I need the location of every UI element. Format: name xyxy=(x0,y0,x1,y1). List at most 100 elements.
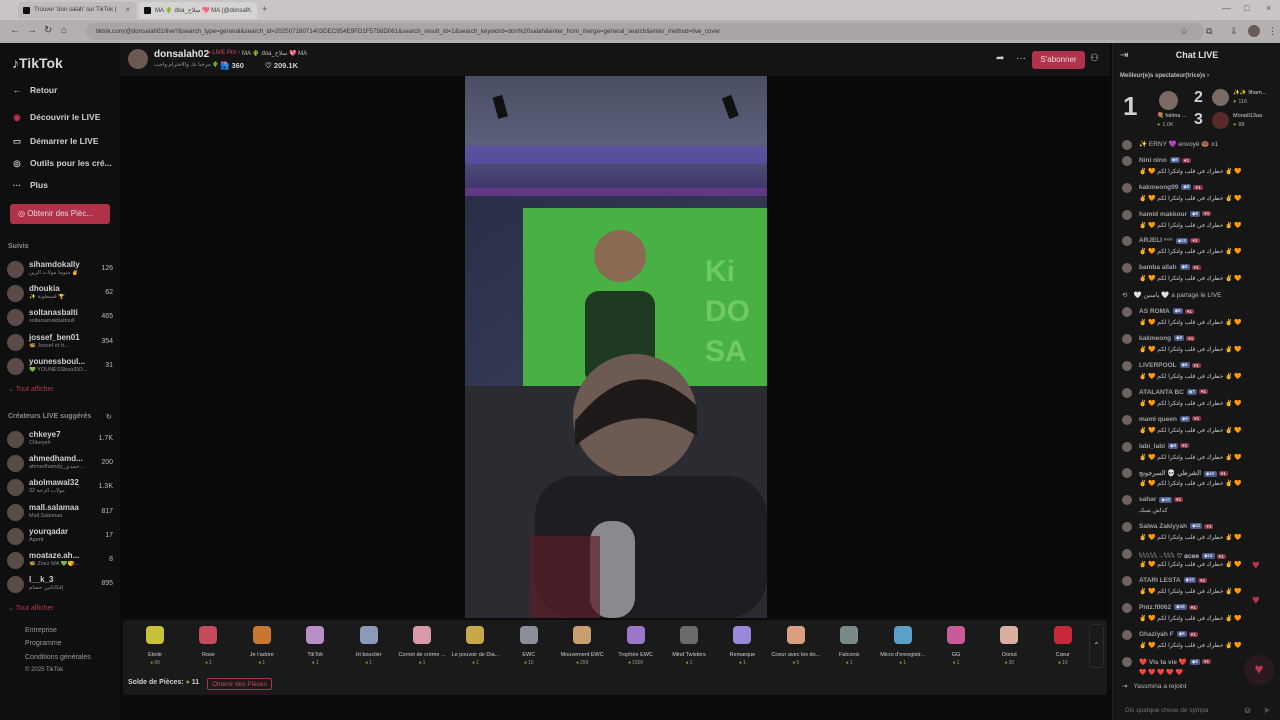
more-options-icon[interactable]: ··· xyxy=(1016,53,1026,64)
sidebar-user[interactable]: sihamdokally سوما مولات الزين ✌️ 126 xyxy=(7,259,115,281)
sidebar-user[interactable]: ahmedhamd... ahmedhamdy_حمدي... 200 xyxy=(7,453,115,475)
sidebar-user[interactable]: yourqadar Agent 17 xyxy=(7,526,115,548)
avatar[interactable] xyxy=(1122,629,1132,640)
avatar[interactable] xyxy=(1122,441,1132,452)
gift-item[interactable]: EWC 10 xyxy=(504,626,554,676)
sidebar-user[interactable]: chkeye7 Chkeyeh 1.7K xyxy=(7,429,115,451)
window-minimize-icon[interactable]: — xyxy=(1222,3,1231,13)
gift-item[interactable]: Mind Twisters 1 xyxy=(664,626,714,676)
avatar[interactable] xyxy=(1122,307,1132,317)
extensions-icon[interactable]: ⧉ xyxy=(1206,26,1212,37)
forward-arrow-icon[interactable]: → xyxy=(27,25,37,36)
chat-username[interactable]: Pntz.f0062 ◆16 ♥1 xyxy=(1139,604,1198,611)
get-coins-link[interactable]: Obtenir des Pièces xyxy=(207,678,272,690)
gift-item[interactable]: Trophée EWC 1500 xyxy=(611,626,661,676)
gift-item[interactable]: Étoile 99 xyxy=(130,626,180,676)
chat-username[interactable]: ARJELI ⁶⁶⁶ ◆10 ♥1 xyxy=(1139,237,1200,244)
emoji-icon[interactable]: ☺ xyxy=(1243,705,1252,715)
browser-menu-icon[interactable]: ⋮ xyxy=(1268,26,1277,37)
chat-username[interactable]: ❤️ Vis ta vie ❤️ ◆6 ♥1 xyxy=(1139,658,1212,666)
live-video-player[interactable]: Ki DO SA xyxy=(465,76,767,618)
avatar[interactable] xyxy=(1122,602,1132,613)
avatar[interactable] xyxy=(1122,333,1132,344)
close-tab-icon[interactable]: × xyxy=(246,5,251,14)
rank-3-avatar[interactable] xyxy=(1212,112,1229,129)
streamer-avatar[interactable] xyxy=(128,49,148,69)
top-supporters-link[interactable]: Meilleur(e)s spectateur(trice)s › xyxy=(1120,73,1209,79)
gift-item[interactable]: Cœur 10 xyxy=(1038,626,1088,676)
avatar[interactable] xyxy=(1122,209,1132,220)
refresh-icon[interactable]: ↻ xyxy=(106,413,112,421)
sidebar-user[interactable]: jossef_ben01 🐝 Jossef et tt... 354 xyxy=(7,332,115,354)
avatar[interactable] xyxy=(1122,576,1132,586)
tiktok-logo[interactable]: ♪TikTok xyxy=(12,55,63,71)
gift-item[interactable]: Coeur avec les do... 5 xyxy=(771,626,821,676)
download-icon[interactable]: ⇩ xyxy=(1230,26,1238,37)
back-link[interactable]: ← Retour xyxy=(10,85,58,95)
footer-business[interactable]: Entreprise xyxy=(25,627,57,634)
avatar[interactable] xyxy=(1122,182,1132,193)
live-pro-badge[interactable]: ● LIVE Pro › xyxy=(207,50,240,56)
avatar[interactable] xyxy=(1122,495,1132,506)
sidebar-user[interactable]: l__k_3 إفكاناتين حصام 895 xyxy=(7,574,115,596)
chat-username[interactable]: 𓆩𓆩𓆩𓆩𓆩→𓆩𓆩𓆩 ♡ 𝐚𝐜𝐞𝐞 ◆14 ♥1 xyxy=(1139,550,1226,561)
nav-discover-live[interactable]: ◉ Découvrir le LIVE xyxy=(10,112,100,123)
avatar[interactable] xyxy=(1122,263,1132,274)
gift-item[interactable]: Rose 1 xyxy=(183,626,233,676)
window-maximize-icon[interactable]: □ xyxy=(1244,3,1249,13)
reload-icon[interactable]: ↻ xyxy=(44,25,52,36)
browser-tab-live[interactable]: MA 🌵 doa_سلاح 💖 MA (@donsal... × xyxy=(139,2,257,19)
avatar[interactable] xyxy=(1122,414,1132,425)
chat-username[interactable]: labi_labi ◆8 ♥1 xyxy=(1139,443,1190,450)
rank-1-avatar[interactable] xyxy=(1159,91,1178,110)
get-coins-button[interactable]: ◎ Obtenir des Pièc... xyxy=(10,204,110,224)
gift-item[interactable]: TikTok 1 xyxy=(290,626,340,676)
chat-username[interactable]: ATALANTA BC ◆7 ♥1 xyxy=(1139,389,1209,396)
avatar[interactable] xyxy=(1122,156,1132,166)
avatar[interactable] xyxy=(1122,360,1132,371)
sidebar-user[interactable]: moataze.ah... 🐝 Zöez MA 💚😘... 8 xyxy=(7,550,115,572)
send-icon[interactable]: ➤ xyxy=(1263,705,1271,716)
sidebar-user[interactable]: soltanasbalti soltanamakbaltoull 465 xyxy=(7,307,115,329)
chat-username[interactable]: mami queen ◆9 ♥1 xyxy=(1139,416,1202,423)
bookmark-star-icon[interactable]: ☆ xyxy=(1180,26,1188,37)
chat-username[interactable]: hamid makkour ◆8 ♥1 xyxy=(1139,211,1212,218)
avatar[interactable] xyxy=(1122,656,1132,667)
chat-username[interactable]: bamba allah ◆8 ♥1 xyxy=(1139,264,1201,271)
browser-tab-search[interactable]: Trouver 'don salah' sur TikTok | × xyxy=(18,2,136,19)
streamer-name[interactable]: donsalah02 xyxy=(154,49,209,60)
sidebar-user[interactable]: abolmawal32 32 مولاب الزحة 1.3K xyxy=(7,477,115,499)
gift-scroll-up-button[interactable]: ⌃ xyxy=(1089,624,1104,668)
footer-program[interactable]: Programme xyxy=(25,640,62,647)
share-icon[interactable]: ➦ xyxy=(996,53,1004,64)
avatar[interactable] xyxy=(1122,522,1132,533)
chat-username[interactable]: Salwa Zakiyyah ◆11 ♥1 xyxy=(1139,523,1214,530)
profile-avatar[interactable] xyxy=(1248,25,1260,37)
gift-item[interactable]: Remarque 1 xyxy=(717,626,767,676)
close-tab-icon[interactable]: × xyxy=(125,5,130,14)
gift-item[interactable]: Micro d'enregistr... 1 xyxy=(878,626,928,676)
chat-username[interactable]: kakmeong ◆8 ♥1 xyxy=(1139,335,1196,342)
gift-item[interactable]: Cornet de crème ... 1 xyxy=(397,626,447,676)
gift-item[interactable]: Falconix 1 xyxy=(824,626,874,676)
nav-creator-tools[interactable]: ◎ Outils pour les cré... xyxy=(10,158,111,169)
back-arrow-icon[interactable]: ← xyxy=(10,25,20,36)
gift-item[interactable]: GG 1 xyxy=(931,626,981,676)
chat-username[interactable]: AS ROMA ◆8 ♥1 xyxy=(1139,308,1194,315)
sidebar-user[interactable]: dhoukia ✨ قسطونة 🏆 62 xyxy=(7,283,115,305)
avatar[interactable] xyxy=(1122,549,1132,560)
avatar[interactable] xyxy=(1122,387,1132,398)
new-tab-icon[interactable]: + xyxy=(262,4,267,14)
gift-item[interactable]: Le pouvoir de Dia... 1 xyxy=(450,626,500,676)
chat-username[interactable]: ATARI LESTA ◆10 ♥1 xyxy=(1139,577,1208,584)
add-friend-icon[interactable]: ⚇ xyxy=(1090,53,1099,64)
rank-2-avatar[interactable] xyxy=(1212,89,1229,106)
nav-more[interactable]: ··· Plus xyxy=(10,180,48,190)
sidebar-user[interactable]: younessboul... 💚 YOUNESSboulDO... 31 xyxy=(7,356,115,378)
home-icon[interactable]: ⌂ xyxy=(61,25,67,36)
gift-item[interactable]: Je t'adore 1 xyxy=(237,626,287,676)
suggested-show-all[interactable]: ⌄ Tout afficher xyxy=(8,604,54,612)
chat-username[interactable]: LIVERPOOL ◆8 ♥1 xyxy=(1139,362,1201,369)
nav-start-live[interactable]: ▭ Démarrer le LIVE xyxy=(10,136,99,147)
gift-item[interactable]: Mouvement EWC 299 xyxy=(557,626,607,676)
